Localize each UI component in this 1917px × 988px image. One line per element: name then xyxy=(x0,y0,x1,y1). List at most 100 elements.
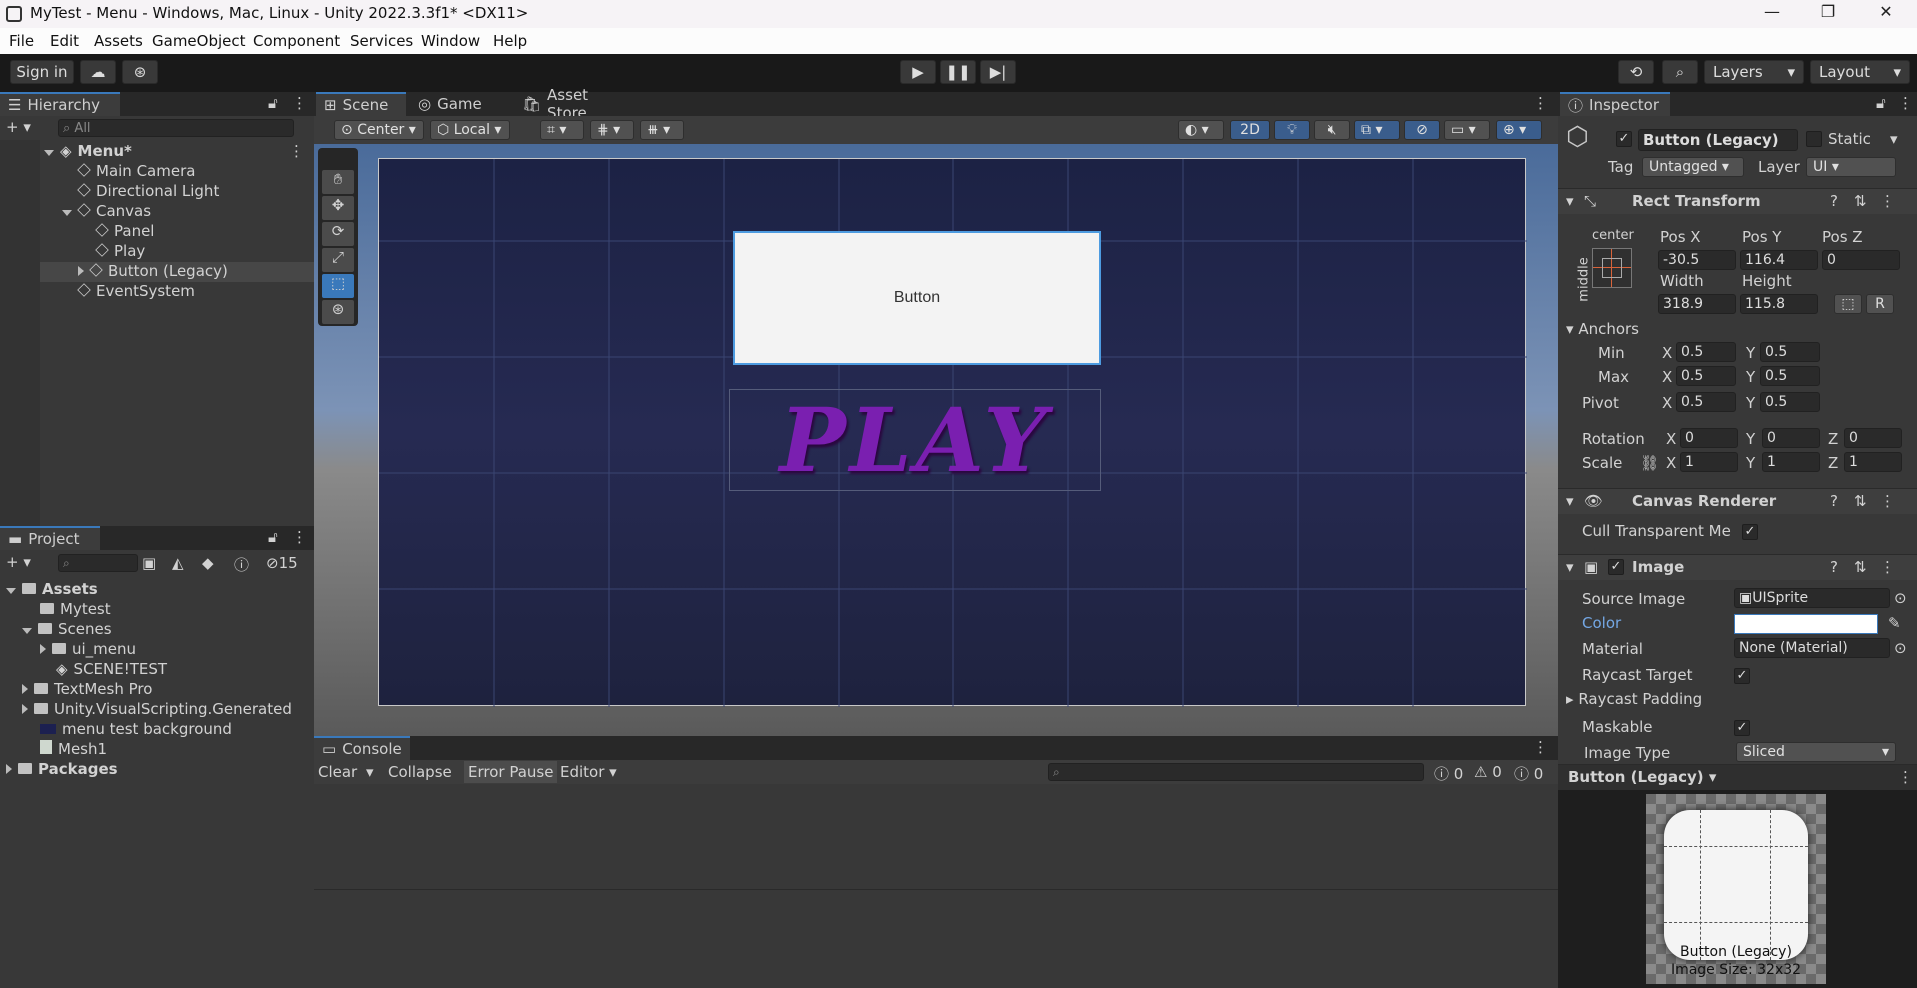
transform-tool-icon[interactable]: ⊛ xyxy=(322,300,354,324)
expand-icon[interactable] xyxy=(44,150,54,156)
grid-toggle-icon[interactable]: ⋕ ▾ xyxy=(590,120,634,140)
layer-dropdown[interactable]: UI ▾ xyxy=(1806,157,1896,177)
width-field[interactable]: 318.9 xyxy=(1658,294,1736,314)
cloud-icon[interactable]: ☁ xyxy=(80,60,116,84)
rect-transform-header[interactable]: ▾ ⤡ Rect Transform ? ⇅ ⋮ xyxy=(1558,188,1917,214)
label-icon[interactable]: ◆ xyxy=(202,554,214,572)
collab-icon[interactable]: ⊛ xyxy=(122,60,158,84)
project-search-input[interactable]: ⌕ xyxy=(58,554,138,572)
more-icon[interactable]: ⋮ xyxy=(1898,94,1913,112)
error-count[interactable]: ⓘ 0 xyxy=(1514,763,1543,784)
rect-tool-icon[interactable]: ⬚ xyxy=(322,274,354,298)
anchors-label[interactable]: ▾ Anchors xyxy=(1566,320,1639,338)
list-item[interactable]: EventSystem xyxy=(0,282,314,302)
pivot-dropdown[interactable]: ⊙ Center ▾ xyxy=(334,120,424,140)
scale-y-field[interactable]: 1 xyxy=(1762,452,1820,472)
packages-folder[interactable]: Packages xyxy=(0,760,314,780)
list-item[interactable]: Main Camera xyxy=(0,162,314,182)
constrain-proportions-icon[interactable]: ⛓︎ xyxy=(1640,454,1659,472)
active-checkbox[interactable]: ✓ xyxy=(1616,131,1632,147)
raycast-padding-row[interactable]: ▸ Raycast Padding xyxy=(1566,690,1702,708)
maskable-checkbox[interactable]: ✓ xyxy=(1734,720,1750,736)
max-x-field[interactable]: 0.5 xyxy=(1676,366,1736,386)
color-swatch[interactable] xyxy=(1734,614,1878,634)
raw-edit-button[interactable]: R xyxy=(1866,294,1894,314)
draw-mode-icon[interactable]: ◐ ▾ xyxy=(1178,120,1224,140)
pivot-x-field[interactable]: 0.5 xyxy=(1676,392,1736,412)
list-item[interactable]: Panel xyxy=(0,222,314,242)
rotation-x-field[interactable]: 0 xyxy=(1680,428,1738,448)
play-button[interactable]: ▶ xyxy=(900,60,936,84)
list-item[interactable]: ui_menu xyxy=(0,640,314,660)
more-icon[interactable]: ⋮ xyxy=(292,94,307,112)
collapse-icon[interactable]: ▾ xyxy=(1566,558,1574,576)
collapse-icon[interactable]: ▾ xyxy=(1566,192,1574,210)
min-x-field[interactable]: 0.5 xyxy=(1676,342,1736,362)
menu-services[interactable]: Services xyxy=(350,32,413,50)
tab-asset-store[interactable]: 🛍︎ Asset Store xyxy=(514,86,634,122)
tab-hierarchy[interactable]: ☰ Hierarchy xyxy=(0,92,120,116)
2d-toggle[interactable]: 2D xyxy=(1230,120,1270,140)
space-dropdown[interactable]: ⬡ Local ▾ xyxy=(430,120,510,140)
scale-tool-icon[interactable]: ⤢ xyxy=(322,248,354,272)
tab-console[interactable]: ▭ Console xyxy=(314,736,410,760)
menu-component[interactable]: Component xyxy=(253,32,340,50)
blueprint-mode-icon[interactable]: ⬚ xyxy=(1834,294,1862,314)
image-enabled-checkbox[interactable]: ✓ xyxy=(1608,559,1624,575)
presets-icon[interactable]: ⇅ xyxy=(1854,192,1867,210)
static-checkbox[interactable] xyxy=(1806,131,1822,147)
canvas-renderer-header[interactable]: ▾ 👁︎ Canvas Renderer ? ⇅ ⋮ xyxy=(1558,488,1917,514)
menu-help[interactable]: Help xyxy=(493,32,527,50)
raycast-target-checkbox[interactable]: ✓ xyxy=(1734,668,1750,684)
tab-project[interactable]: ▬ Project xyxy=(0,526,100,550)
increment-snap-icon[interactable]: ⧻ ▾ xyxy=(640,120,684,140)
expand-icon[interactable] xyxy=(78,266,84,276)
hidden-count-badge[interactable]: ⊘15 xyxy=(266,554,298,572)
rotation-y-field[interactable]: 0 xyxy=(1762,428,1820,448)
help-icon[interactable]: ? xyxy=(1830,192,1838,210)
expand-icon[interactable] xyxy=(6,764,12,774)
eyedropper-icon[interactable]: ✎ xyxy=(1888,614,1901,632)
image-header[interactable]: ▾ ▣ ✓ Image ? ⇅ ⋮ xyxy=(1558,554,1917,580)
more-icon[interactable]: ⋮ xyxy=(1533,94,1548,112)
rotation-z-field[interactable]: 0 xyxy=(1844,428,1902,448)
hierarchy-search-input[interactable]: ⌕ All xyxy=(58,119,294,137)
console-search-input[interactable]: ⌕ xyxy=(1048,763,1424,781)
sign-in-button[interactable]: Sign in xyxy=(10,60,74,84)
layout-dropdown[interactable]: Layout ▾ xyxy=(1810,60,1910,84)
static-dropdown-icon[interactable]: ▾ xyxy=(1890,130,1898,148)
minimize-button[interactable]: — xyxy=(1752,2,1792,26)
camera-icon[interactable]: ▭ ▾ xyxy=(1444,120,1490,140)
list-item[interactable]: Unity.VisualScripting.Generated xyxy=(0,700,314,720)
tab-scene[interactable]: ⊞ Scene xyxy=(316,92,406,116)
list-item[interactable]: Scenes xyxy=(0,620,314,640)
list-item[interactable]: Mytest xyxy=(0,600,314,620)
collapse-icon[interactable]: ▾ xyxy=(1566,492,1574,510)
more-icon[interactable]: ⋮ xyxy=(1533,738,1548,756)
expand-icon[interactable] xyxy=(40,644,46,654)
pos-x-field[interactable]: -30.5 xyxy=(1658,250,1736,270)
clear-button[interactable]: Clear xyxy=(318,763,357,781)
height-field[interactable]: 115.8 xyxy=(1740,294,1818,314)
menu-edit[interactable]: Edit xyxy=(50,32,79,50)
audio-icon[interactable]: 🔇︎ xyxy=(1314,120,1350,140)
presets-icon[interactable]: ⇅ xyxy=(1854,492,1867,510)
ui-button-preview[interactable]: Button xyxy=(733,231,1101,365)
filter-icon[interactable]: ◭ xyxy=(172,554,184,572)
lock-icon[interactable]: 🔓︎ xyxy=(268,94,278,112)
add-button[interactable]: + ▾ xyxy=(6,553,36,571)
more-icon[interactable]: ⋮ xyxy=(1880,492,1895,510)
help-icon[interactable]: ? xyxy=(1830,492,1838,510)
scene-row[interactable]: ◈ Menu* ⋮ xyxy=(0,142,314,162)
lighting-icon[interactable]: 💡︎ xyxy=(1274,120,1310,140)
history-icon[interactable]: ⟲ xyxy=(1618,60,1654,84)
menu-file[interactable]: File xyxy=(9,32,34,50)
menu-window[interactable]: Window xyxy=(421,32,480,50)
object-picker-icon[interactable]: ⊙ xyxy=(1894,639,1907,657)
grid-snap-icon[interactable]: ⌗ ▾ xyxy=(540,120,584,140)
image-type-dropdown[interactable]: Sliced ▾ xyxy=(1736,742,1896,762)
more-icon[interactable]: ⋮ xyxy=(289,142,304,160)
scene-viewport[interactable]: Button PLAY ✋︎ ✥ ⟳ ⤢ ⬚ ⊛ xyxy=(314,144,1558,736)
pos-z-field[interactable]: 0 xyxy=(1822,250,1900,270)
list-item[interactable]: Canvas xyxy=(0,202,314,222)
